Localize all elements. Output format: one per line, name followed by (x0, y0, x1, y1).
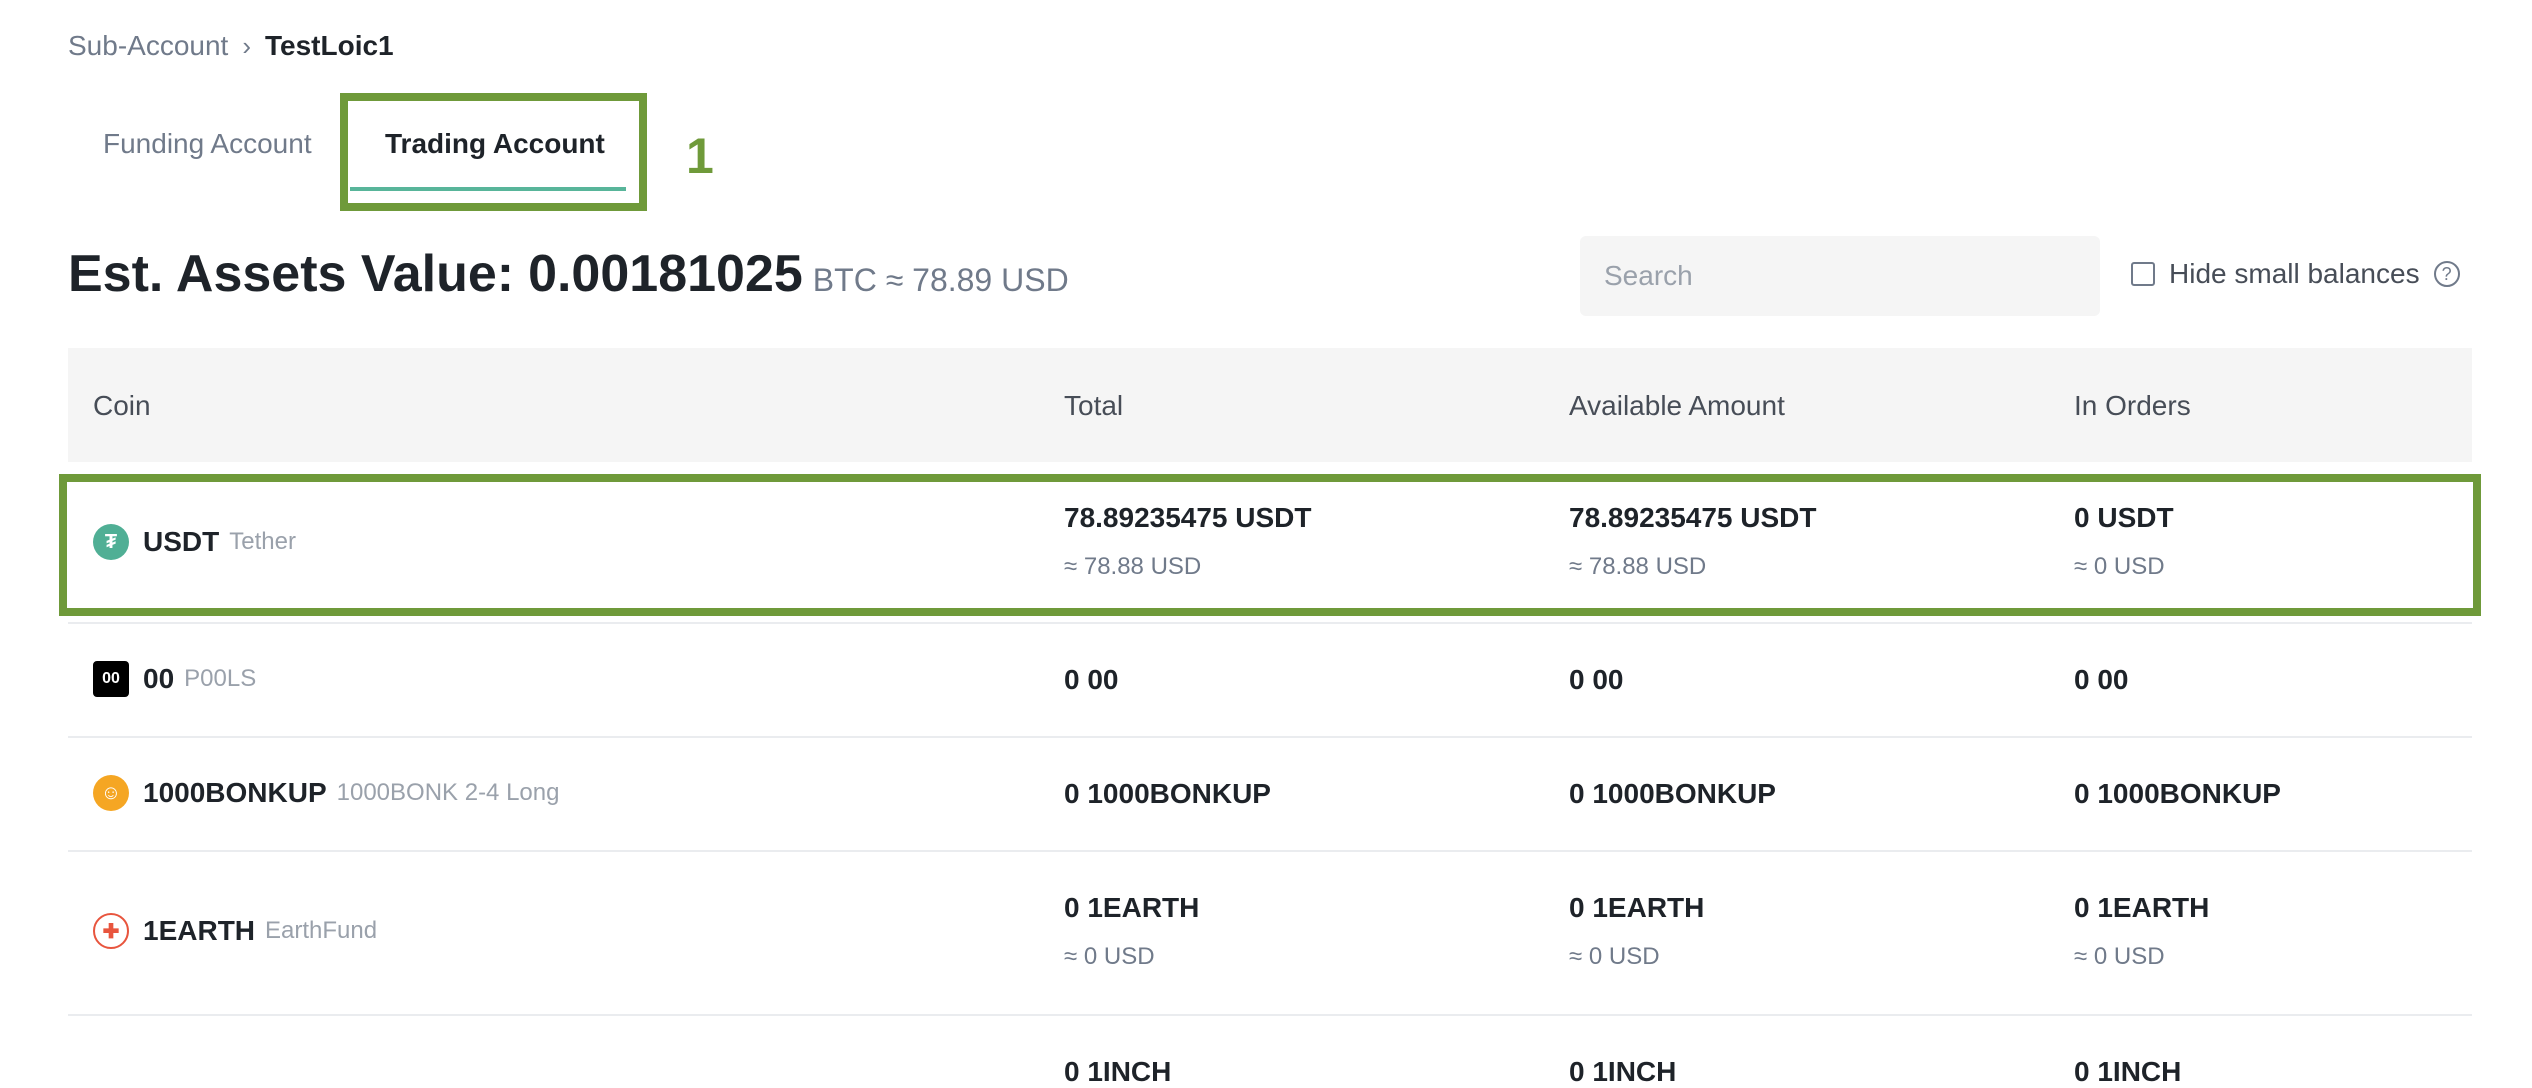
total-usd: ≈ 0 USD (1064, 943, 1155, 970)
earthfund-icon: ✚ (93, 913, 129, 949)
table-row-coin[interactable]: ✚ 1EARTH EarthFund (93, 913, 377, 949)
coin-name: EarthFund (265, 917, 378, 944)
breadcrumb-parent[interactable]: Sub-Account (68, 30, 228, 62)
coin-name: P00LS (184, 665, 257, 692)
available-value: 0 1000BONKUP (1569, 778, 1776, 809)
in-orders-value: 0 1000BONKUP (2074, 778, 2281, 809)
p00ls-icon: 00 (93, 661, 129, 697)
in-orders-usd: ≈ 0 USD (2074, 943, 2165, 970)
table-row-coin[interactable]: ☺ 1000BONKUP 1000BONK 2-4 Long (93, 775, 559, 811)
coin-symbol: 00 (143, 663, 175, 694)
coin-symbol: 1EARTH (143, 915, 256, 946)
annotation-number: 1 (686, 128, 714, 184)
available-value: 0 00 (1569, 664, 1624, 695)
table-row-coin[interactable]: 00 00 P00LS (93, 661, 256, 697)
coin-symbol: 1000BONKUP (143, 777, 327, 808)
assets-label: Est. Assets Value: (68, 245, 515, 303)
row-divider (68, 850, 2472, 852)
breadcrumb-current: TestLoic1 (265, 30, 394, 61)
total-value: 0 1000BONKUP (1064, 778, 1271, 809)
breadcrumb: Sub-Account › TestLoic1 (68, 30, 394, 62)
total-value: 0 1INCH (1064, 1056, 1172, 1087)
column-header-coin: Coin (93, 390, 151, 421)
row-divider (68, 622, 2472, 624)
bonk-icon: ☺ (93, 775, 129, 811)
total-value: 0 1EARTH (1064, 892, 1200, 923)
annotation-highlight-tab (340, 93, 647, 211)
assets-unit-usd: BTC ≈ 78.89 USD (812, 262, 1069, 298)
annotation-highlight-row (59, 474, 2481, 616)
chevron-right-icon: › (242, 30, 251, 61)
in-orders-value: 0 1INCH (2074, 1056, 2182, 1087)
assets-value: 0.00181025 (528, 245, 803, 303)
hide-small-checkbox[interactable] (2131, 262, 2155, 286)
available-value: 0 1INCH (1569, 1056, 1677, 1087)
tab-funding-account[interactable]: Funding Account (103, 128, 312, 160)
in-orders-value: 0 1EARTH (2074, 892, 2210, 923)
available-usd: ≈ 0 USD (1569, 943, 1660, 970)
available-value: 0 1EARTH (1569, 892, 1705, 923)
in-orders-value: 0 00 (2074, 664, 2129, 695)
search-input[interactable] (1580, 236, 2100, 316)
hide-small-label[interactable]: Hide small balances (2169, 258, 2420, 290)
column-header-available: Available Amount (1569, 390, 1785, 421)
estimated-assets-value: Est. Assets Value: 0.00181025 BTC ≈ 78.8… (68, 244, 1069, 304)
hide-small-balances[interactable]: Hide small balances ? (2131, 258, 2460, 290)
total-value: 0 00 (1064, 664, 1119, 695)
question-circle-icon[interactable]: ? (2433, 261, 2460, 287)
row-divider (68, 1014, 2472, 1016)
coin-name: 1000BONK 2-4 Long (336, 779, 560, 806)
row-divider (68, 736, 2472, 738)
column-header-in-orders: In Orders (2074, 390, 2191, 421)
column-header-total: Total (1064, 390, 1124, 421)
